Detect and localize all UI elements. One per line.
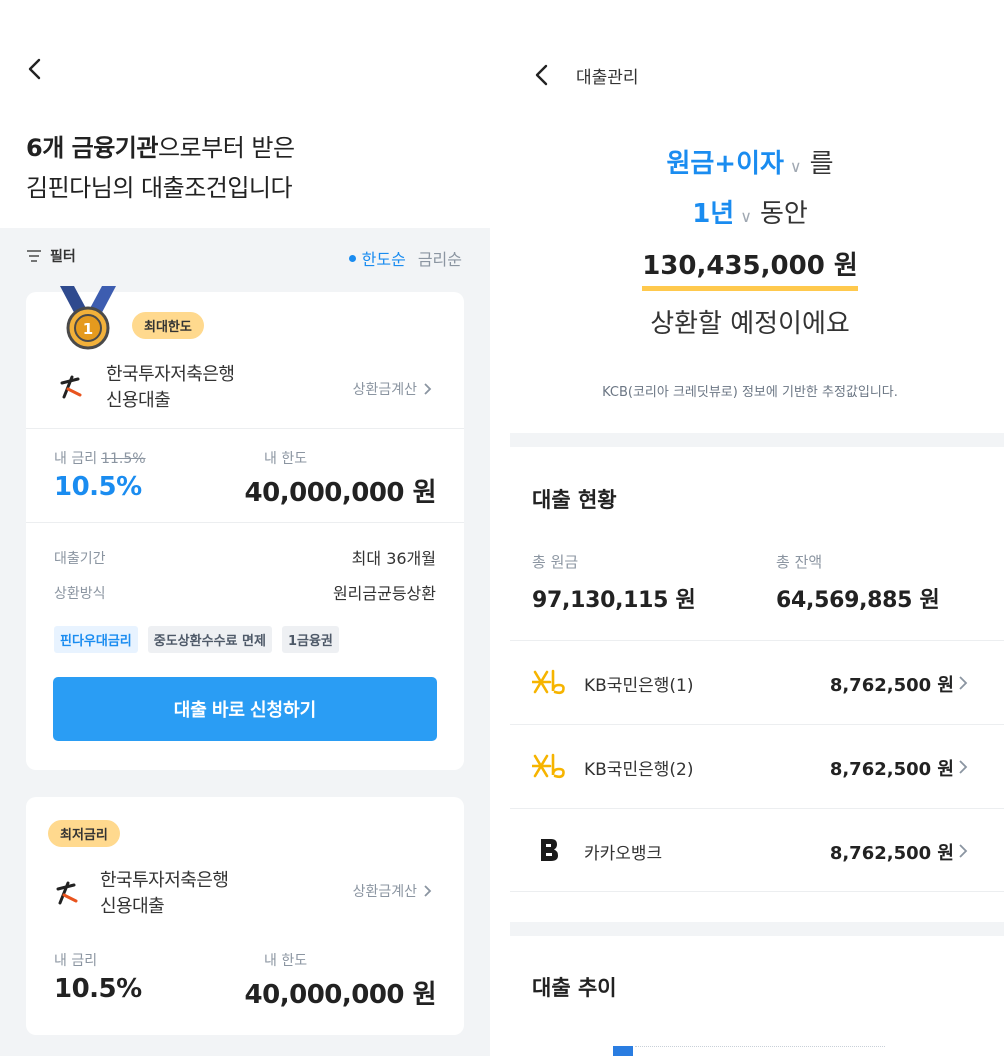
loan-status-title: 대출 현황 [532, 488, 617, 512]
loan-management-screen: 대출관리 원금+이자 ∨ 를 1년 ∨ 동안 130,435,000 원 상환할 예정이… [510, 0, 1004, 1056]
trend-chart-bar [613, 1046, 633, 1056]
gold-medal-icon: 1 [60, 286, 116, 350]
particle-dongan: 동안 [759, 199, 808, 229]
rate-label: 내 금리 11.5% [54, 448, 146, 468]
headline-institutions: 6개 금융기관 [26, 134, 158, 162]
offer-card: 1 최대한도 한국투자저축은행 신용대출 상환금계산 내 금리 11.5% 10.… [26, 286, 464, 770]
tag-finda-rate: 핀다우대금리 [54, 626, 138, 653]
benefit-tags: 핀다우대금리 중도상환수수료 면제 1금융권 [54, 626, 339, 653]
tag-first-tier: 1금융권 [281, 626, 339, 653]
filter-button[interactable]: 필터 [26, 246, 76, 266]
chevron-right-icon [959, 676, 968, 690]
total-balance-value: 64,569,885 원 [776, 588, 940, 613]
lowest-rate-badge: 최저금리 [48, 820, 120, 847]
kb-logo-icon [532, 669, 565, 695]
repayment-amount-line: 130,435,000 원 [510, 248, 990, 291]
active-dot-icon [348, 254, 356, 262]
loan-bank-name: 카카오뱅크 [584, 844, 663, 864]
loan-row-kb2[interactable]: KB국민은행(2) 8,762,500 원 [510, 724, 1004, 808]
loan-offers-screen: 6개 금융기관으로부터 받은 김핀다님의 대출조건입니다 필터 한도순 금리순 … [0, 0, 490, 1056]
total-balance-label: 총 잔액 [776, 553, 823, 571]
repayment-amount: 130,435,000 원 [642, 248, 858, 291]
medal-number: 1 [83, 320, 93, 338]
limit-label: 내 한도 [264, 451, 308, 467]
tag-no-prepayment-fee: 중도상환수수료 면제 [147, 626, 272, 653]
repayment-calc-link[interactable]: 상환금계산 [353, 881, 432, 901]
repayment-calc-label: 상환금계산 [352, 382, 417, 398]
chevron-right-icon [424, 383, 432, 395]
repayment-sentence-line1: 원금+이자 ∨ 를 [510, 146, 990, 185]
loan-bank-name: KB국민은행(1) [584, 676, 694, 696]
period-select[interactable]: 1년 [692, 199, 734, 229]
product-name: 신용대출 [106, 390, 171, 411]
my-rate: 10.5% [54, 974, 142, 1004]
page-headline: 6개 금융기관으로부터 받은 김핀다님의 대출조건입니다 [26, 128, 295, 208]
apply-loan-button[interactable]: 대출 바로 신청하기 [53, 677, 437, 741]
term-label: 대출기간 [54, 551, 106, 567]
loan-row-kb1[interactable]: KB국민은행(1) 8,762,500 원 [510, 640, 1004, 724]
rate-label: 내 금리 [54, 953, 98, 969]
sort-by-rate[interactable]: 금리순 [418, 246, 462, 270]
bank-name: 한국투자저축은행 신용대출 [100, 868, 229, 920]
chevron-right-icon [959, 844, 968, 858]
nav-title: 대출관리 [576, 68, 639, 88]
kb-logo-icon [532, 753, 565, 779]
rate-label-text: 내 금리 [54, 451, 98, 467]
loan-amount: 8,762,500 원 [829, 843, 954, 864]
divider [26, 428, 464, 429]
product-name: 신용대출 [100, 896, 165, 917]
back-icon[interactable] [24, 56, 46, 82]
chevron-down-icon[interactable]: ∨ [790, 157, 802, 176]
divider [26, 522, 464, 523]
bank-name-line1: 한국투자저축은행 [100, 870, 229, 891]
method-value: 원리금균등상환 [332, 584, 436, 603]
kakaobank-logo-icon [541, 839, 558, 861]
repayment-calc-link[interactable]: 상환금계산 [353, 379, 432, 399]
section-separator [510, 922, 1004, 936]
chevron-right-icon [959, 760, 968, 774]
loan-amount: 8,762,500 원 [829, 759, 954, 780]
limit-label: 내 한도 [264, 953, 308, 969]
chevron-right-icon [424, 885, 432, 897]
particle-reul: 를 [809, 149, 834, 179]
headline-line2: 김핀다님의 대출조건입니다 [26, 174, 293, 202]
sort-by-limit[interactable]: 한도순 [348, 246, 406, 270]
headline-rest: 으로부터 받은 [157, 134, 295, 162]
bank-name: 한국투자저축은행 신용대출 [106, 362, 235, 414]
method-label: 상환방식 [54, 586, 106, 602]
repayment-sentence-line2: 1년 ∨ 동안 [510, 196, 990, 235]
back-icon[interactable] [532, 62, 552, 88]
repayment-calc-label: 상환금계산 [352, 884, 417, 900]
term-value: 최대 36개월 [351, 549, 436, 568]
trend-chart-gridline [635, 1046, 885, 1047]
filter-label: 필터 [50, 249, 76, 265]
section-separator [510, 433, 1004, 447]
sort-by-limit-label: 한도순 [361, 250, 406, 269]
my-limit: 40,000,000 원 [244, 980, 437, 1010]
my-limit: 40,000,000 원 [244, 478, 437, 508]
offer-card: 최저금리 한국투자저축은행 신용대출 상환금계산 내 금리 10.5% 내 한도… [26, 797, 464, 1035]
loan-bank-name: KB국민은행(2) [584, 760, 694, 780]
original-rate: 11.5% [101, 451, 146, 467]
chevron-down-icon[interactable]: ∨ [740, 207, 752, 226]
loan-amount: 8,762,500 원 [829, 675, 954, 696]
repayment-type-select[interactable]: 원금+이자 [666, 149, 783, 179]
sort-options: 한도순 금리순 [348, 246, 462, 270]
loan-trend-title: 대출 추이 [532, 976, 617, 1000]
bank-logo-icon [60, 375, 82, 399]
kcb-disclaimer: KCB(코리아 크레딧뷰로) 정보에 기반한 추정값입니다. [602, 385, 898, 400]
total-principal-label: 총 원금 [532, 553, 579, 571]
filter-icon [27, 250, 41, 262]
total-principal-value: 97,130,115 원 [532, 588, 696, 613]
bank-logo-icon [56, 881, 78, 905]
my-rate: 10.5% [54, 472, 142, 502]
loan-row-kakaobank[interactable]: 카카오뱅크 8,762,500 원 [510, 808, 1004, 892]
repayment-sentence-end: 상환할 예정이에요 [650, 309, 850, 339]
bank-name-line1: 한국투자저축은행 [106, 364, 235, 385]
max-limit-badge: 최대한도 [132, 312, 204, 339]
